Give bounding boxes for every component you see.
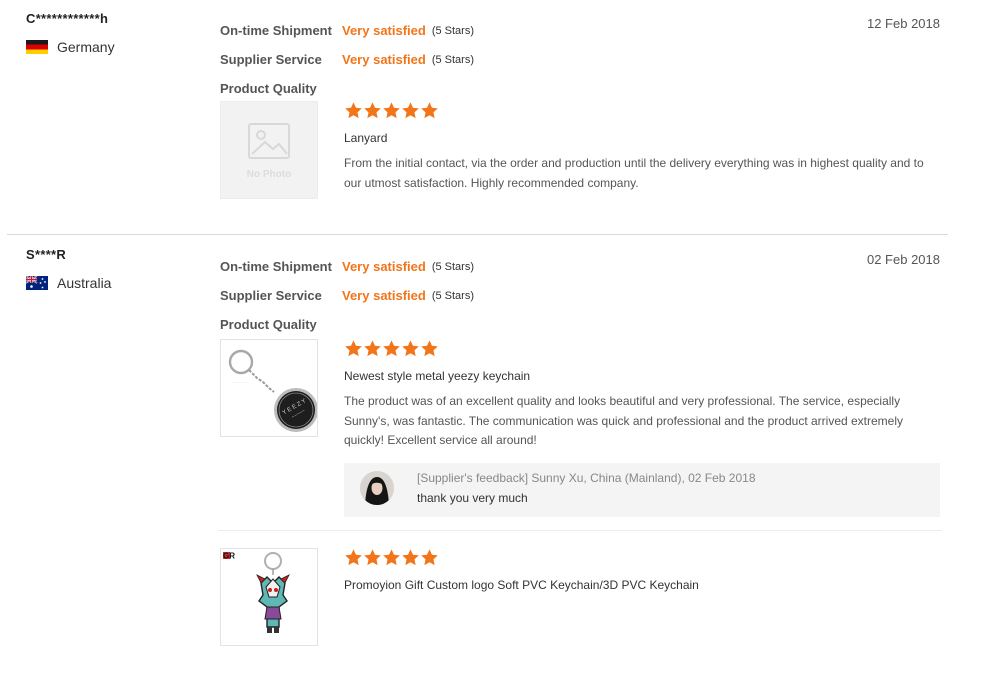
product-image[interactable]: Y E E Z Y ~~~~~ ~~~~~~~ [220, 339, 318, 437]
product-star-rating [344, 339, 934, 359]
rating-value: Very satisfied [342, 259, 426, 274]
svg-text:~~~~~~~: ~~~~~~~ [231, 380, 248, 385]
rating-value: Very satisfied [342, 23, 426, 38]
product-review-body: Promoyion Gift Custom logo Soft PVC Keyc… [344, 548, 934, 592]
rating-label: Supplier Service [220, 52, 322, 67]
buyer-name: C************h [26, 11, 109, 26]
pvc-keychain-image: GR [223, 552, 290, 633]
buyer-country: Australia [26, 275, 206, 291]
star-icon [383, 340, 400, 357]
product-name[interactable]: Newest style metal yeezy keychain [344, 369, 934, 383]
supplier-ratings: On-time Shipment Very satisfied (5 Stars… [220, 252, 474, 339]
rating-row-service: Supplier Service Very satisfied (5 Stars… [220, 281, 474, 310]
feedback-meta: [Supplier's feedback] Sunny Xu, China (M… [417, 471, 756, 485]
rating-label: Product Quality [220, 81, 317, 96]
product-name[interactable]: Promoyion Gift Custom logo Soft PVC Keyc… [344, 578, 934, 592]
rating-row-service: Supplier Service Very satisfied (5 Stars… [220, 45, 474, 74]
rating-value: Very satisfied [342, 288, 426, 303]
rating-value: Very satisfied [342, 52, 426, 67]
rating-stars-text: (5 Stars) [431, 24, 475, 37]
star-icon [345, 549, 362, 566]
country-name: Germany [57, 39, 115, 55]
supplier-ratings: On-time Shipment Very satisfied (5 Stars… [220, 16, 474, 103]
review-divider [7, 234, 948, 235]
no-photo-icon: No Photo [247, 123, 291, 180]
avatar [360, 471, 394, 505]
buyer-country: Germany [26, 39, 206, 55]
rating-row-shipment: On-time Shipment Very satisfied (5 Stars… [220, 16, 474, 45]
keychain-image: Y E E Z Y ~~~~~ ~~~~~~~ [228, 349, 317, 432]
rating-stars-text: (5 Stars) [431, 260, 475, 273]
rating-label: On-time Shipment [220, 23, 332, 38]
star-icon [383, 102, 400, 119]
product-star-rating [344, 101, 934, 121]
flag-australia-icon [26, 276, 48, 290]
rating-row-quality: Product Quality [220, 74, 474, 103]
review-text: The product was of an excellent quality … [344, 394, 904, 447]
feedback-text: thank you very much [417, 491, 528, 505]
star-icon [421, 102, 438, 119]
no-photo-text: No Photo [247, 169, 291, 180]
star-icon [364, 340, 381, 357]
rating-row-shipment: On-time Shipment Very satisfied (5 Stars… [220, 252, 474, 281]
review-date: 12 Feb 2018 [866, 16, 940, 31]
review-date: 02 Feb 2018 [866, 252, 940, 267]
product-name[interactable]: Lanyard [344, 131, 934, 145]
rating-stars-text: (5 Stars) [431, 289, 475, 302]
star-icon [421, 549, 438, 566]
buyer-name: S****R [26, 247, 67, 262]
product-star-rating [344, 548, 934, 568]
rating-label: Product Quality [220, 317, 317, 332]
product-review-body: Lanyard From the initial contact, via th… [344, 101, 934, 193]
star-icon [383, 549, 400, 566]
flag-germany-icon [26, 40, 48, 54]
review-card: C************h Germany 12 Feb 2018 On-ti… [0, 0, 950, 235]
buyer-info: S****R Australia [26, 247, 206, 291]
star-icon [402, 340, 419, 357]
review-text: From the initial contact, via the order … [344, 156, 924, 190]
buyer-info: C************h Germany [26, 11, 206, 55]
star-icon [364, 549, 381, 566]
product-divider [218, 530, 942, 531]
star-icon [402, 102, 419, 119]
rating-row-quality: Product Quality [220, 310, 474, 339]
product-image[interactable]: No Photo [220, 101, 318, 199]
supplier-feedback: [Supplier's feedback] Sunny Xu, China (M… [344, 463, 940, 517]
country-name: Australia [57, 275, 112, 291]
star-icon [345, 102, 362, 119]
star-icon [402, 549, 419, 566]
star-icon [345, 340, 362, 357]
review-card: S****R Australia 02 Feb 2018 On-time Shi… [0, 236, 950, 674]
star-icon [364, 102, 381, 119]
rating-label: On-time Shipment [220, 259, 332, 274]
rating-stars-text: (5 Stars) [431, 53, 475, 66]
product-image[interactable]: GR [220, 548, 318, 646]
product-review-body: Newest style metal yeezy keychain The pr… [344, 339, 934, 451]
star-icon [421, 340, 438, 357]
rating-label: Supplier Service [220, 288, 322, 303]
brand-logo-text: GR [223, 552, 235, 561]
